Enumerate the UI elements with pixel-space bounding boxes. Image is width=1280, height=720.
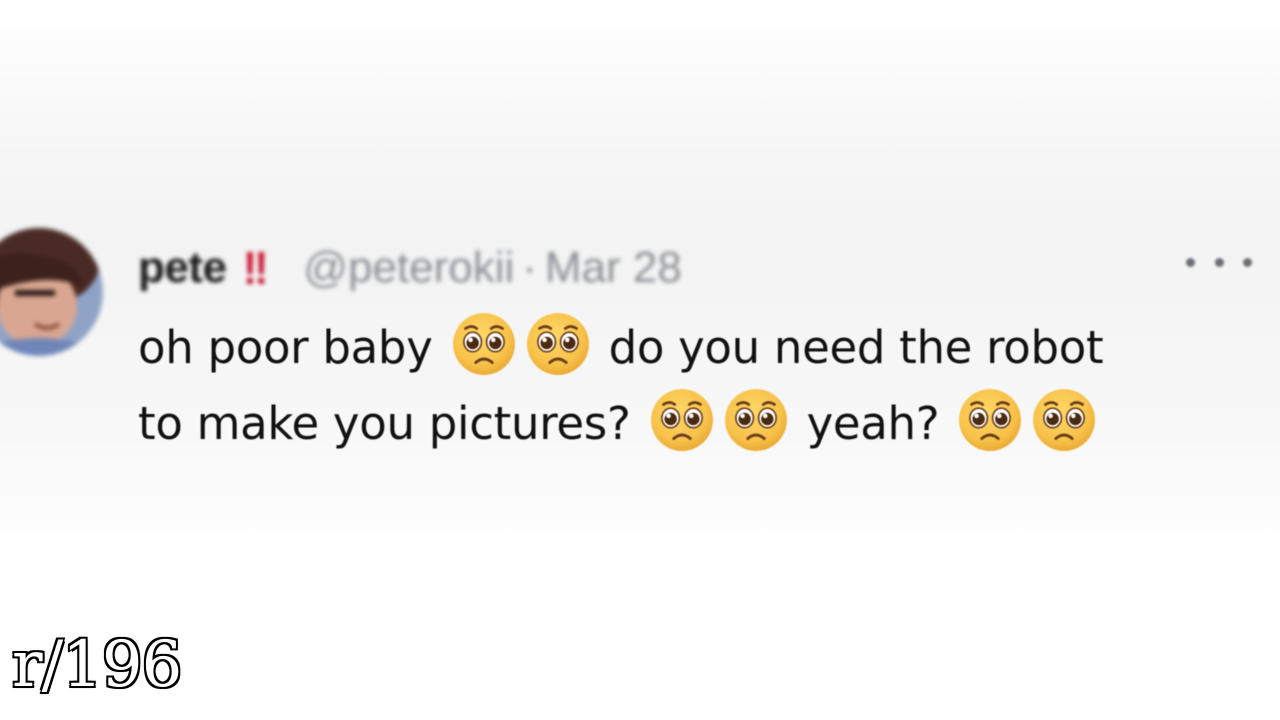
more-horizontal-icon — [1243, 257, 1252, 267]
display-name[interactable]: pete — [138, 243, 227, 293]
tweet-text-segment: do you need the robot — [608, 321, 1104, 374]
more-options-button[interactable] — [1186, 244, 1252, 280]
tweet-text-line-1: oh poor baby do you need the robot — [138, 310, 1238, 386]
separator-dot: · — [522, 243, 537, 292]
tweet-header: pete ‼ @peterokii · Mar 28 — [138, 238, 682, 298]
tweet-text-segment: yeah? — [806, 397, 940, 450]
pleading-face-icon — [723, 387, 789, 453]
tweet-text-segment: oh poor baby — [138, 321, 433, 374]
user-handle[interactable]: @peterokii — [303, 243, 514, 293]
avatar[interactable] — [0, 228, 103, 356]
pleading-face-icon — [451, 311, 517, 377]
subreddit-watermark: r/196 — [11, 627, 184, 704]
tweet-text-segment: to make you pictures? — [138, 397, 631, 450]
pleading-face-icon — [957, 387, 1023, 453]
pleading-face-icon — [1031, 387, 1097, 453]
tweet[interactable]: pete ‼ @peterokii · Mar 28 oh poor baby … — [0, 210, 1280, 480]
screenshot-frame: pete ‼ @peterokii · Mar 28 oh poor baby … — [0, 0, 1280, 720]
more-horizontal-icon — [1186, 257, 1195, 267]
avatar-image — [0, 228, 103, 356]
tweet-date[interactable]: Mar 28 — [545, 243, 682, 293]
tweet-text-line-2: to make you pictures? yeah? — [138, 386, 1238, 462]
tweet-text: oh poor baby do you need the robot to ma… — [138, 310, 1238, 462]
pleading-face-icon — [649, 387, 715, 453]
pleading-face-icon — [525, 311, 591, 377]
double-exclamation-icon: ‼ — [243, 242, 269, 294]
more-horizontal-icon — [1214, 257, 1224, 267]
